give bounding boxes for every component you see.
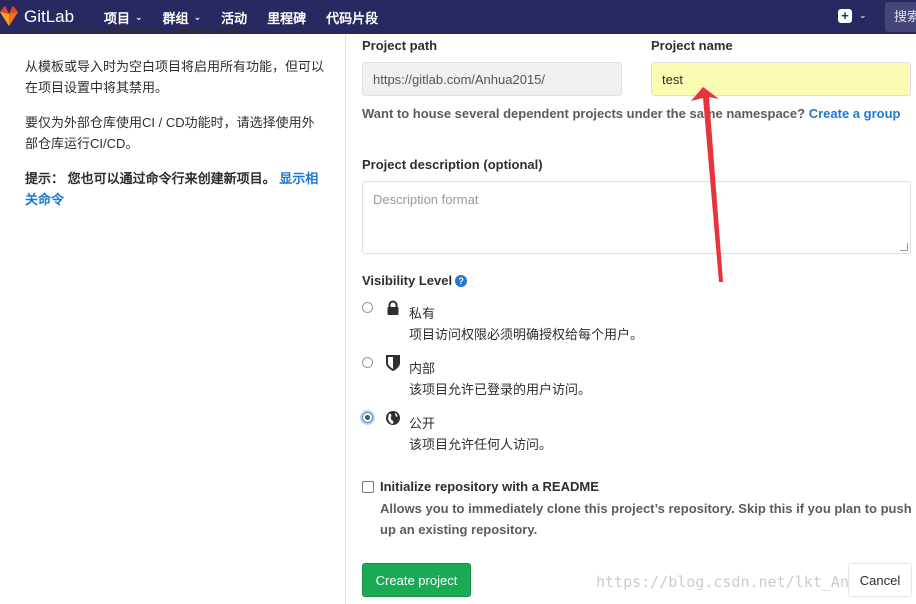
brand-name[interactable]: GitLab [24, 7, 74, 27]
initialize-readme-label[interactable]: Initialize repository with a README [380, 479, 599, 494]
chevron-down-icon[interactable]: ⌄ [859, 10, 867, 21]
create-group-link[interactable]: Create a group [809, 106, 901, 121]
namespace-hint: Want to house several dependent projects… [362, 103, 902, 124]
visibility-public-radio[interactable] [362, 412, 373, 423]
project-name-field[interactable]: test [651, 62, 911, 96]
project-description-field[interactable]: Description format [362, 181, 911, 254]
cancel-button[interactable]: Cancel [848, 563, 912, 597]
sidebar-tip: 提示： 您也可以通过命令行来创建新项目。 显示相关命令 [25, 168, 325, 210]
nav-groups[interactable]: 群组 ⌄ [163, 8, 202, 27]
nav-projects-label: 项目 [104, 10, 131, 26]
watermark-text: https://blog.csdn.net/lkt_Anhua [596, 573, 876, 591]
info-sidebar: 选，外接导入模板(html)，请关注功能。 从模板或导入时为空白项目将启用所有功… [25, 28, 325, 224]
initialize-readme-desc: Allows you to immediately clone this pro… [380, 501, 912, 537]
new-item-plus-icon[interactable]: + [838, 9, 852, 23]
nav-snippets[interactable]: 代码片段 [326, 8, 378, 27]
chevron-down-icon: ⌄ [193, 11, 202, 22]
visibility-public-desc: 该项目允许任何人访问。 [409, 437, 553, 452]
nav-milestones[interactable]: 里程碑 [267, 8, 306, 27]
globe-icon [386, 411, 400, 425]
shield-icon [386, 355, 400, 371]
visibility-private-title: 私有 [409, 306, 436, 321]
lock-icon [387, 300, 399, 315]
visibility-private-desc: 项目访问权限必须明确授权给每个用户。 [409, 327, 644, 342]
project-path-field[interactable]: https://gitlab.com/Anhua2015/ [362, 62, 622, 96]
project-description-label: Project description (optional) [362, 157, 543, 172]
sidebar-partial-text: 选，外接导入模板(html)，请关注功能。 [25, 28, 325, 34]
gitlab-logo-icon[interactable] [0, 6, 18, 28]
resize-handle-icon[interactable] [900, 243, 908, 251]
visibility-level-text: Visibility Level [362, 273, 453, 288]
chevron-down-icon: ⌄ [135, 11, 143, 22]
create-project-button[interactable]: Create project [362, 563, 471, 597]
project-name-label: Project name [651, 38, 733, 53]
column-divider [345, 34, 346, 604]
search-input[interactable]: 搜索 [885, 2, 916, 32]
description-placeholder: Description format [373, 192, 479, 207]
nav-activity[interactable]: 活动 [221, 8, 247, 27]
nav-projects[interactable]: 项目 ⌄ [104, 8, 143, 27]
tip-text: 提示： 您也可以通过命令行来创建新项目。 [25, 171, 276, 186]
visibility-internal-title: 内部 [409, 361, 436, 376]
visibility-internal-radio[interactable] [362, 357, 373, 368]
visibility-internal-desc: 该项目允许已登录的用户访问。 [409, 382, 592, 397]
visibility-public-title: 公开 [409, 416, 436, 431]
project-path-label: Project path [362, 38, 438, 53]
namespace-hint-text: Want to house several dependent projects… [362, 106, 806, 121]
visibility-level-label: Visibility Level? [362, 273, 468, 288]
help-icon[interactable]: ? [455, 275, 468, 287]
initialize-readme-checkbox[interactable] [362, 481, 374, 493]
sidebar-paragraph-cicd: 要仅为外部仓库使用CI / CD功能时，请选择使用外部仓库运行CI/CD。 [25, 115, 315, 151]
visibility-private-radio[interactable] [362, 302, 373, 313]
nav-groups-label: 群组 [162, 10, 189, 26]
sidebar-paragraph-templates: 从模板或导入时为空白项目将启用所有功能，但可以在项目设置中将其禁用。 [25, 59, 325, 95]
